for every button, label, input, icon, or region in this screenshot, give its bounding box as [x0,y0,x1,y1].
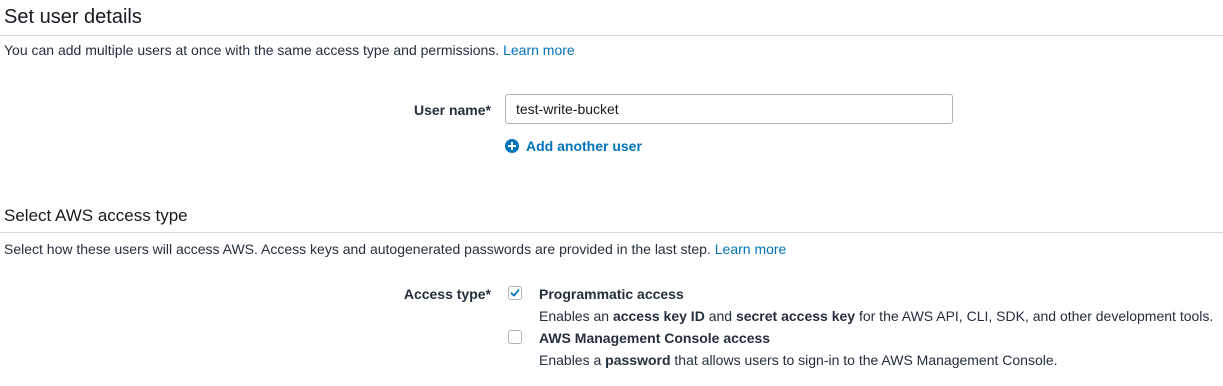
console-access-description: Enables a password that allows users to … [539,351,1058,369]
add-another-user-link[interactable]: Add another user [505,138,642,154]
desc-text: Enables an [539,308,613,324]
desc-text: Enables a [539,352,606,368]
section-divider [0,232,1223,233]
section-divider [0,35,1223,36]
add-another-user-label: Add another user [526,138,642,154]
programmatic-access-checkbox[interactable] [508,286,522,300]
section-title-access-type: Select AWS access type [4,206,188,225]
section-title-user-details: Set user details [4,6,142,28]
learn-more-link[interactable]: Learn more [715,241,787,257]
desc-bold: password [605,352,671,368]
desc-text: that allows users to sign-in to the AWS … [670,352,1058,368]
access-type-label: Access type* [403,286,491,302]
desc-bold: access key ID [612,308,705,324]
access-type-description: Select how these users will access AWS. … [4,240,786,258]
user-name-label: User name* [413,102,491,118]
user-name-input[interactable] [505,94,953,124]
desc-text: for the AWS API, CLI, SDK, and other dev… [855,308,1214,324]
plus-circle-icon [505,139,519,153]
desc-text: and [704,308,736,324]
console-access-label[interactable]: AWS Management Console access [539,329,770,347]
user-details-description-text: You can add multiple users at once with … [4,42,500,58]
iam-add-user-page: Set user details You can add multiple us… [0,0,1223,386]
console-access-checkbox[interactable] [508,330,522,344]
learn-more-link[interactable]: Learn more [503,42,575,58]
programmatic-access-description: Enables an access key ID and secret acce… [539,307,1213,325]
access-type-description-text: Select how these users will access AWS. … [4,241,711,257]
desc-bold: secret access key [735,308,856,324]
programmatic-access-label[interactable]: Programmatic access [539,285,684,303]
user-details-description: You can add multiple users at once with … [4,41,575,59]
checkmark-icon [510,289,520,297]
